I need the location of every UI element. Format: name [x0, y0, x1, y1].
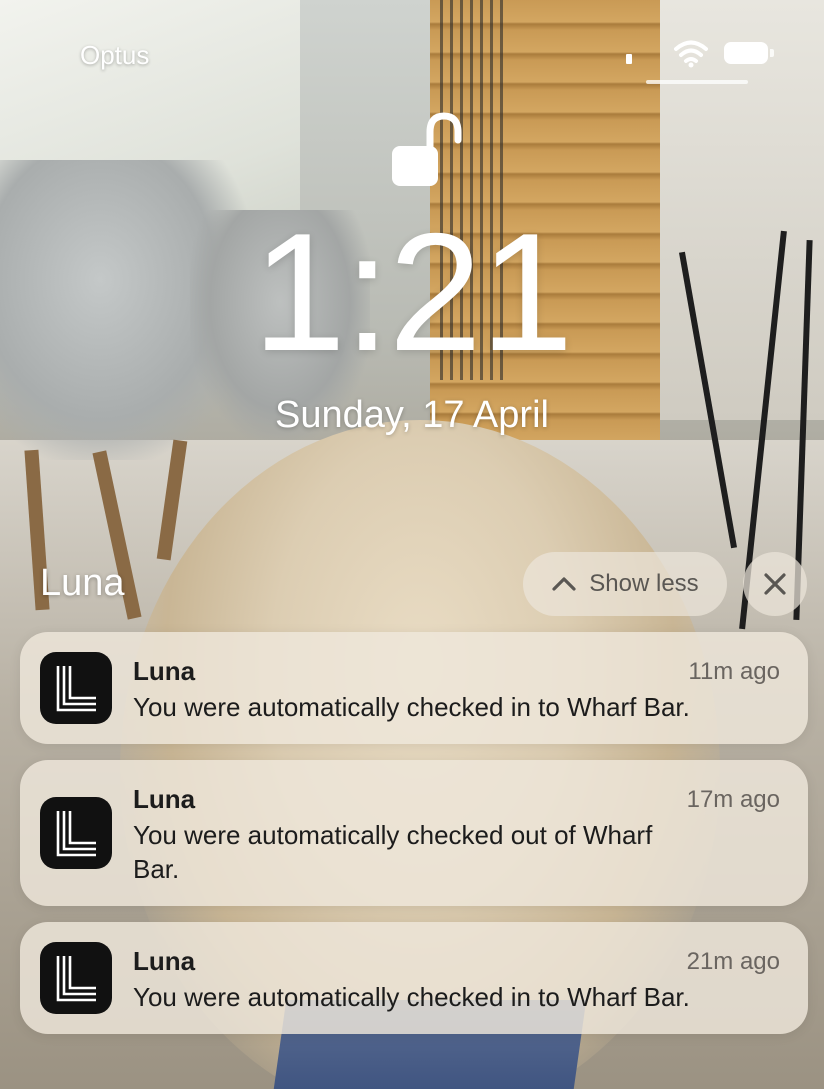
carrier-name: Optus: [80, 40, 150, 70]
notification-card[interactable]: Luna 17m ago You were automatically chec…: [20, 760, 808, 906]
unlocked-padlock-icon: [392, 112, 462, 186]
notification-card[interactable]: Luna 21m ago You were automatically chec…: [20, 922, 808, 1034]
control-center-indicator[interactable]: [646, 80, 748, 84]
cellular-signal-icon: [626, 54, 632, 64]
battery-cap: [770, 49, 774, 57]
close-icon: [764, 573, 786, 595]
notification-card[interactable]: Luna 11m ago You were automatically chec…: [20, 632, 808, 744]
notification-time: 17m ago: [686, 786, 780, 813]
notification-group-title: Luna: [40, 562, 125, 604]
luna-app-icon: [40, 797, 112, 869]
lock-screen-date: Sunday, 17 April: [275, 394, 549, 436]
notification-app-name: Luna: [133, 784, 196, 814]
notification-app-name: Luna: [133, 946, 196, 976]
clear-notifications-button[interactable]: [743, 552, 807, 616]
notification-message: You were automatically checked out of Wh…: [133, 820, 653, 884]
notification-app-name: Luna: [133, 656, 196, 686]
notification-message: You were automatically checked in to Wha…: [133, 982, 690, 1012]
battery-icon: [724, 42, 768, 64]
show-less-button[interactable]: Show less: [523, 552, 727, 616]
wifi-icon: [674, 40, 708, 68]
notification-message: You were automatically checked in to Wha…: [133, 692, 690, 722]
show-less-label: Show less: [589, 570, 699, 597]
luna-app-icon: [40, 652, 112, 724]
lock-screen-time: 1:21: [252, 198, 574, 386]
status-bar: Optus: [0, 0, 824, 100]
notification-time: 21m ago: [686, 948, 780, 975]
chevron-up-icon: [552, 577, 576, 591]
luna-app-icon: [40, 942, 112, 1014]
notification-time: 11m ago: [688, 658, 780, 685]
